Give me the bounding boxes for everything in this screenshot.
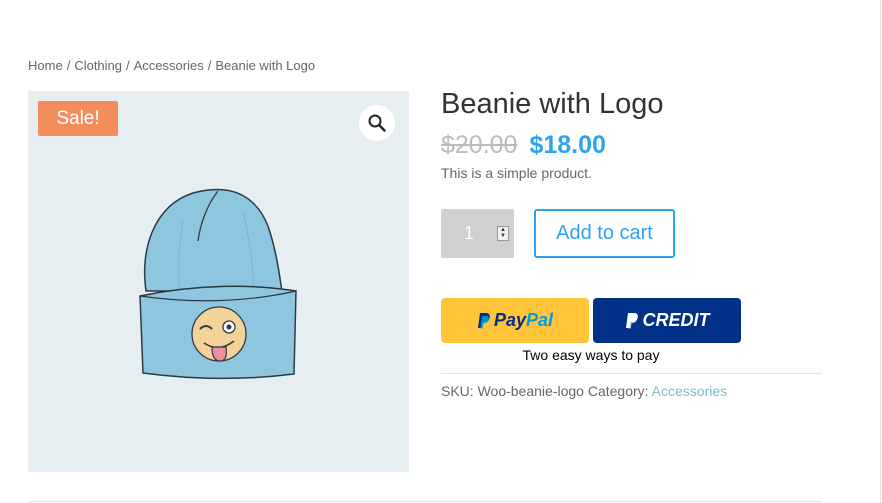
magnifier-icon[interactable]: [359, 105, 395, 141]
paypal-label: PayPal: [494, 310, 553, 331]
old-price: $20.00: [441, 131, 518, 159]
paypal-label-pal: Pal: [526, 310, 554, 330]
product-title: Beanie with Logo: [441, 88, 664, 120]
paypal-button[interactable]: PayPal: [441, 298, 589, 343]
breadcrumb-home[interactable]: Home: [28, 58, 63, 73]
breadcrumb-current: Beanie with Logo: [215, 58, 316, 73]
paypal-tagline: Two easy ways to pay: [522, 347, 660, 363]
stepper-down-icon[interactable]: ▼: [498, 233, 508, 239]
meta-divider: [441, 373, 822, 374]
quantity-value[interactable]: 1: [441, 209, 497, 258]
product-gallery[interactable]: Sale!: [28, 91, 409, 472]
sale-price: $18.00: [529, 131, 606, 159]
breadcrumb-separator: /: [126, 58, 130, 73]
breadcrumb-clothing[interactable]: Clothing: [74, 58, 122, 73]
breadcrumb-separator: /: [207, 58, 212, 73]
sku-label: SKU:: [441, 383, 474, 399]
page-edge-rule: [880, 0, 881, 503]
category-link[interactable]: Accessories: [652, 383, 727, 399]
breadcrumb-accessories[interactable]: Accessories: [134, 58, 204, 73]
product-meta: SKU: Woo-beanie-logo Category: Accessori…: [441, 383, 727, 399]
paypal-logo-icon: [477, 312, 490, 328]
breadcrumb-separator: /: [66, 58, 71, 73]
credit-label: CREDIT: [642, 310, 710, 330]
price: $20.00 $18.00: [441, 131, 606, 160]
paypal-credit-button[interactable]: CREDIT: [593, 298, 741, 343]
quantity-input[interactable]: 1 ▲ ▼: [441, 209, 514, 258]
beanie-image: [139, 188, 297, 380]
paypal-credit-logo-icon: [625, 312, 638, 328]
breadcrumb: Home / Clothing / Accessories / Beanie with Lo…: [28, 58, 315, 73]
add-to-cart-button[interactable]: Add to cart: [534, 209, 675, 258]
sale-badge: Sale!: [38, 101, 118, 136]
quantity-stepper[interactable]: ▲ ▼: [497, 226, 509, 241]
category-label: Category:: [587, 383, 649, 399]
section-divider: [28, 501, 822, 502]
sku-value: Woo-beanie-logo: [477, 383, 584, 399]
paypal-label-pay: Pay: [493, 310, 526, 330]
short-description: This is a simple product.: [441, 165, 592, 181]
